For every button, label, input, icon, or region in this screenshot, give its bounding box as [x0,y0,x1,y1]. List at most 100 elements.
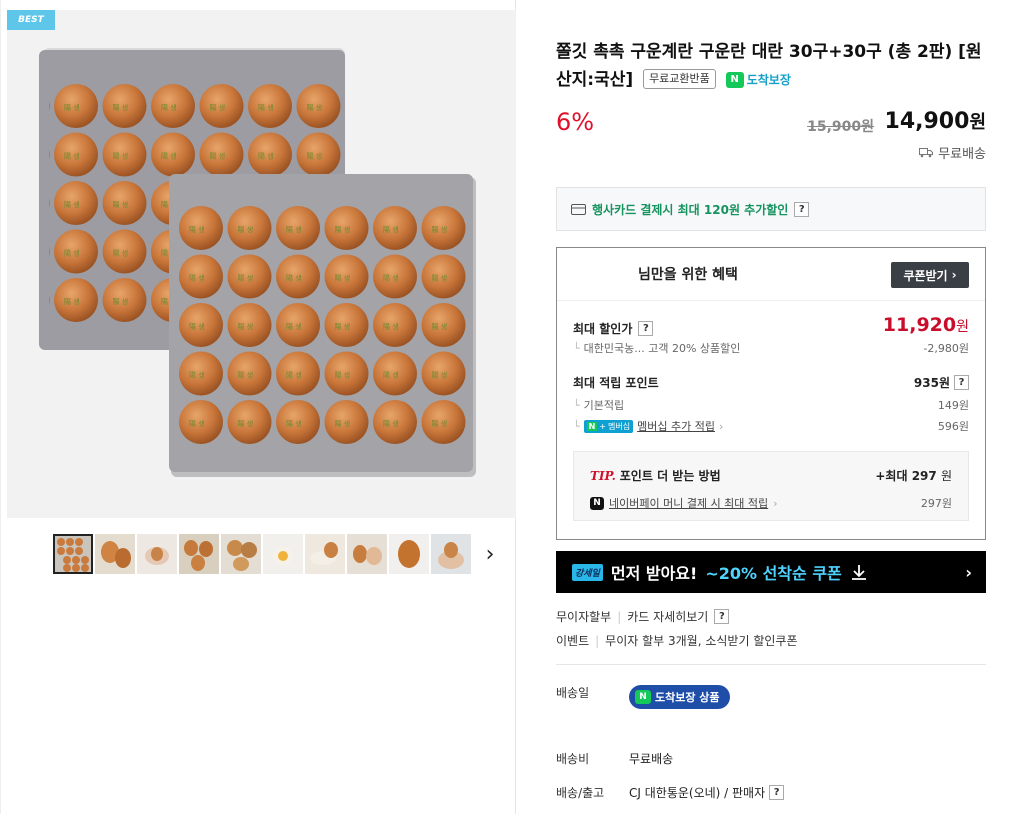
credit-card-icon [571,203,586,215]
courier-text: CJ 대한통운(오네) / 판매자 [629,786,766,800]
egg-trays-illustration: 陽 생 陽 생 [7,10,516,518]
tip-word: TIP. [590,469,616,483]
thumbnail-strip [53,534,471,574]
tip-title: TIP. 포인트 더 받는 방법 [590,467,721,484]
arrival-guarantee-pill[interactable]: N 도착보장 상품 [629,685,730,709]
free-exchange-tag: 무료교환반품 [643,69,716,89]
thumbnail[interactable] [263,534,303,574]
sale-price-number: 14,900 [884,109,970,134]
shipping-fee-label: 배송비 [556,752,590,766]
basic-points-value: 149원 [937,399,969,412]
max-points-row: 최대 적립 포인트 935원? [573,374,969,391]
arrival-guarantee-label: 도착보장 [746,73,791,87]
shipping-label: 무료배송 [938,147,986,162]
thumbnail[interactable] [53,534,93,574]
thumbnail[interactable] [347,534,387,574]
help-icon[interactable]: ? [794,201,810,217]
installment-row: 무이자할부 | 카드 자세히보기 ? [556,608,730,625]
elbow-icon: └ [573,398,580,412]
original-price: 15,900원 [807,119,874,135]
product-main-image[interactable]: BEST 陽 생 陽 생 [7,10,516,518]
discount-detail-row: └ 대한민국농... 고객 20% 상품할인 -2,980원 [573,340,969,356]
get-coupon-button[interactable]: 쿠폰받기 › [891,262,969,288]
thumbnail[interactable] [179,534,219,574]
product-gallery: BEST 陽 생 陽 생 [0,0,516,814]
benefit-title: 님만을 위한 혜택 [638,267,738,283]
get-coupon-label: 쿠폰받기 [903,268,948,283]
first-coupon-accent: ~20% 선착순 쿠폰 [705,564,842,583]
download-icon [851,565,866,580]
card-promotion[interactable]: 행사카드 결제시 최대 120원 추가할인 ? [556,187,986,231]
thumbnail[interactable] [221,534,261,574]
discount-rate: 6% [556,108,595,136]
membership-points-value: 596원 [937,420,969,433]
best-badge: BEST [7,10,55,30]
pipe-divider: | [617,609,622,624]
thumbnail[interactable] [137,534,177,574]
chevron-right-icon: › [718,419,724,433]
tip-title-text: 포인트 더 받는 방법 [619,469,721,483]
first-come-coupon-banner[interactable]: 강세일 먼저 받아요! ~20% 선착순 쿠폰 › [556,551,986,593]
basic-points-label: 기본적립 [583,399,625,412]
benefit-panel: 님만을 위한 혜택 쿠폰받기 › 최대 할인가? 11,920원 └ 대한민국농.… [556,247,986,540]
installment-label: 무이자할부 [556,610,612,624]
arrival-guarantee-pill-label: 도착보장 상품 [655,691,720,704]
tip-max-value: 297 [911,469,937,483]
membership-points-link[interactable]: 멤버십 추가 적립 [637,418,715,434]
discount-amount: -2,980원 [923,342,969,355]
membership-chip-label: 멤버십 [608,421,631,431]
help-icon[interactable]: ? [638,321,654,336]
sale-logo: 강세일 [572,563,603,581]
elbow-icon: └ [573,419,580,433]
tip-max-prefix: +최대 [875,469,908,483]
chevron-right-icon: › [965,562,972,582]
help-icon[interactable]: ? [954,375,969,390]
help-icon[interactable]: ? [714,609,730,624]
discount-source: 대한민국농... 고객 20% 상품할인 [583,342,741,355]
naver-membership-chip: N + 멤버십 [583,419,634,433]
max-discount-label: 최대 할인가 [573,322,633,336]
arrival-guarantee-tag[interactable]: N 도착보장 [725,66,791,94]
divider [556,664,986,665]
chevron-right-icon[interactable]: › [480,542,500,567]
membership-points-row: └ N + 멤버십 멤버십 추가 적립 › 596원 [573,418,969,434]
max-discount-price: 11,920원 [883,314,969,336]
delivery-date-label: 배송일 [556,686,590,700]
event-text: 무이자 할부 3개월, 소식받기 할인쿠폰 [605,634,798,648]
max-points-label: 최대 적립 포인트 [573,376,659,390]
max-discount-price-number: 11,920 [882,314,957,336]
card-detail-link[interactable]: 카드 자세히보기 [627,608,708,625]
divider [557,300,985,301]
elbow-icon: └ [573,341,580,355]
naver-n-icon: N [635,690,651,704]
tip-max: +최대 297 원 [875,467,952,484]
thumbnail[interactable] [95,534,135,574]
shipping-info: 무료배송 [919,143,986,162]
naverpay-icon: N [590,496,604,510]
naverpay-money-text: 네이버페이 머니 결제 시 최대 적립 [609,497,769,510]
basic-points-row: └ 기본적립 149원 [573,397,969,413]
tip-value: 297원 [920,497,952,510]
naverpay-money-link[interactable]: N 네이버페이 머니 결제 시 최대 적립 › [590,495,778,511]
max-discount-row: 최대 할인가? 11,920원 [573,314,969,337]
product-title: 쫄깃 촉촉 구운계란 구운란 대란 30구+30구 (총 2판) [원산지:국산… [556,38,986,94]
naver-n-icon: N [586,421,598,431]
sale-price: 14,900원 [885,108,986,134]
help-icon[interactable]: ? [769,785,785,800]
first-coupon-text: 먼저 받아요! [610,564,698,583]
courier-value: CJ 대한통운(오네) / 판매자 ? [629,784,785,801]
truck-icon [919,148,934,158]
tip-box: TIP. 포인트 더 받는 방법 +최대 297 원 N 네이버페이 머니 결제 … [573,451,969,521]
thumbnail[interactable] [305,534,345,574]
naver-n-icon: N [725,72,744,88]
tip-max-unit: 원 [940,469,952,483]
event-label: 이벤트 [556,634,590,648]
chevron-right-icon: › [773,496,778,510]
pipe-divider: | [595,633,600,648]
plus-icon: + [599,421,607,431]
max-points-value: 935원 [913,376,950,390]
shipping-fee-value: 무료배송 [629,752,674,766]
card-promotion-text: 행사카드 결제시 최대 120원 추가할인 [592,202,789,217]
thumbnail[interactable] [431,534,471,574]
thumbnail[interactable] [389,534,429,574]
